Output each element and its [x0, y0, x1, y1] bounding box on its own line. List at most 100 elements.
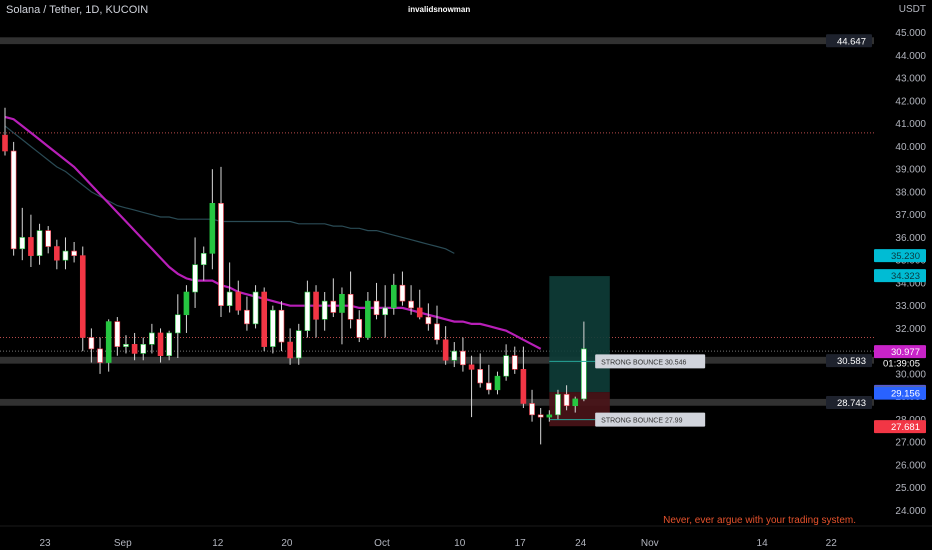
price-label-text: 34.323: [891, 271, 920, 282]
candle-body: [287, 341, 293, 359]
candle-body: [460, 350, 466, 366]
price-label-text: 30.977: [891, 347, 920, 358]
symbol-title: Solana / Tether, 1D, KUCOIN: [6, 4, 149, 16]
time-tick-label: 12: [212, 538, 224, 549]
candle-body: [88, 337, 95, 350]
candle-body: [183, 291, 190, 316]
candle-body: [45, 230, 52, 247]
zone-band: [0, 398, 874, 406]
price-chart[interactable]: STRONG BOUNCE 30.546 STRONG BOUNCE 27.99 2…: [0, 0, 932, 550]
candle-body: [434, 323, 440, 341]
candle-body: [175, 314, 181, 334]
time-tick-label: 17: [515, 538, 527, 549]
candle-body: [71, 250, 77, 256]
price-tick-label: 42.000: [895, 96, 926, 107]
candle-body: [529, 403, 535, 416]
candle-body: [520, 369, 527, 404]
price-tick-label: 26.000: [895, 460, 926, 471]
price-tick-label: 27.000: [895, 438, 926, 449]
price-tick-label: 41.000: [895, 119, 926, 130]
candle-body: [36, 230, 43, 256]
candle-body: [140, 344, 147, 354]
time-tick-label: 10: [454, 538, 466, 549]
candle-body: [261, 291, 268, 347]
time-tick-label: 14: [757, 538, 769, 549]
price-tick-label: 33.000: [895, 301, 926, 312]
candle-body: [218, 203, 224, 306]
candle-body: [304, 291, 311, 331]
candle-body: [114, 321, 121, 347]
candle-body: [200, 253, 207, 266]
candle-body: [442, 339, 449, 361]
candle-body: [252, 291, 259, 325]
candle-body: [408, 300, 414, 309]
candle-body: [572, 398, 579, 407]
candle-body: [54, 246, 60, 261]
price-label-text: 44.647: [837, 36, 866, 47]
author-name: invalidsnowman: [408, 5, 471, 14]
candle-body: [563, 394, 570, 407]
price-tick-label: 40.000: [895, 142, 926, 153]
y-axis-unit: USDT: [898, 4, 926, 15]
price-tick-label: 25.000: [895, 483, 926, 494]
time-tick-label: Sep: [114, 538, 132, 549]
candle-body: [468, 364, 475, 370]
time-tick-label: 22: [826, 538, 838, 549]
price-tick-label: 43.000: [895, 74, 926, 85]
candle-body: [131, 344, 138, 354]
price-label-text: 30.583: [837, 356, 866, 367]
price-tick-label: 37.000: [895, 210, 926, 221]
candle-body: [356, 319, 363, 338]
price-tick-label: 45.000: [895, 28, 926, 39]
candle-body: [486, 382, 492, 391]
candle-body: [270, 309, 276, 347]
price-tick-label: 38.000: [895, 187, 926, 198]
candle-body: [451, 350, 458, 361]
candle-body: [244, 309, 250, 325]
candle-body: [123, 344, 129, 347]
bounce-label-text: STRONG BOUNCE 27.99: [601, 418, 682, 425]
candle-body: [546, 414, 553, 418]
candle-body: [382, 307, 388, 316]
price-label-text: 01:39:05: [883, 358, 920, 369]
candle-body: [295, 330, 302, 359]
time-tick-label: Nov: [641, 538, 659, 549]
footer-motto: Never, ever argue with your trading syst…: [663, 515, 856, 526]
candle-body: [209, 203, 216, 254]
time-tick-label: 20: [281, 538, 293, 549]
candle-body: [79, 255, 86, 338]
candle-body: [97, 348, 103, 363]
price-label-text: 28.743: [837, 398, 866, 409]
candle-body: [157, 332, 164, 356]
candle-body: [365, 300, 371, 338]
candle-body: [149, 332, 155, 345]
candle-body: [425, 316, 432, 325]
candle-body: [19, 237, 26, 250]
candle-body: [105, 321, 112, 363]
candle-body: [28, 237, 34, 256]
price-tick-label: 44.000: [895, 51, 926, 62]
candle-body: [399, 284, 406, 302]
position-target-zone: [549, 276, 610, 393]
candle-body: [503, 355, 509, 377]
candle-body: [555, 394, 561, 416]
price-tick-label: 36.000: [895, 233, 926, 244]
zone-band: [0, 356, 874, 364]
price-tick-label: 30.000: [895, 369, 926, 380]
candle-body: [373, 300, 380, 316]
candle-body: [581, 348, 587, 400]
candle-body: [511, 355, 518, 370]
candle-body: [313, 291, 319, 320]
zone-band: [0, 37, 874, 45]
candle-body: [166, 332, 172, 356]
candle-body: [192, 264, 198, 293]
candle-body: [477, 369, 484, 384]
bounce-label-text: STRONG BOUNCE 30.546: [601, 359, 686, 366]
candle-body: [416, 307, 423, 318]
price-label-text: 27.681: [891, 422, 920, 433]
candle-body: [235, 291, 242, 311]
candle-body: [278, 309, 285, 343]
price-tick-label: 39.000: [895, 165, 926, 176]
candle-body: [10, 150, 17, 250]
candle-body: [2, 134, 8, 152]
